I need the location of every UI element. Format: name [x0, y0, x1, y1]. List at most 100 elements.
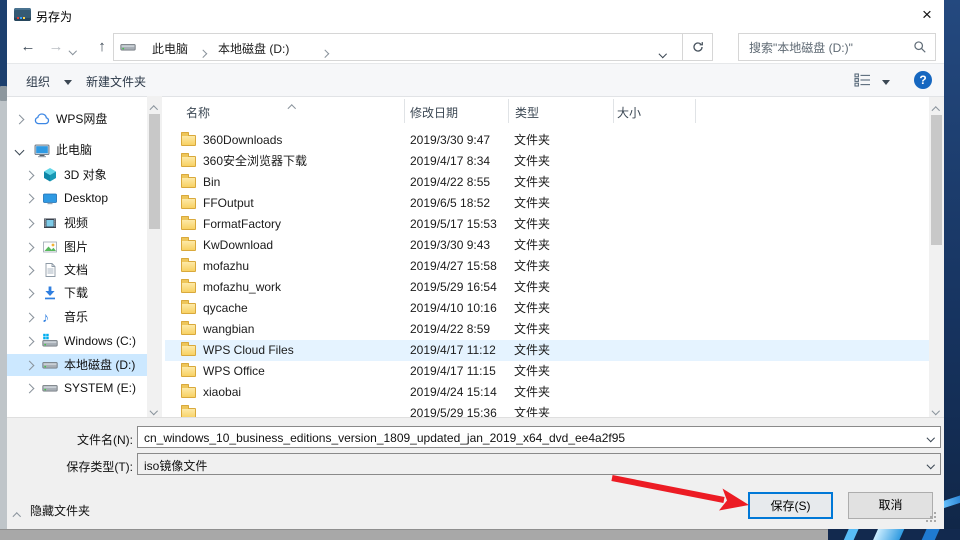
chevron-right-icon[interactable]	[25, 289, 35, 299]
column-header-size[interactable]: 大小	[617, 104, 641, 121]
drive-icon	[42, 357, 58, 373]
chevron-right-icon[interactable]	[25, 361, 35, 371]
save-type-combo[interactable]: iso镜像文件	[137, 453, 941, 475]
folder-icon	[181, 240, 196, 251]
scroll-up-icon[interactable]	[151, 101, 157, 115]
chevron-down-icon[interactable]	[926, 434, 934, 442]
scroll-up-icon[interactable]	[933, 102, 939, 116]
column-header-date[interactable]: 修改日期	[410, 104, 458, 121]
chevron-right-icon[interactable]	[25, 337, 35, 347]
desktop-wallpaper-corner	[828, 529, 960, 540]
chevron-right-icon[interactable]	[25, 384, 35, 394]
search-input[interactable]	[747, 37, 906, 59]
search-box[interactable]	[738, 33, 936, 61]
sidebar-scrollbar[interactable]	[147, 96, 162, 417]
refresh-button[interactable]	[683, 33, 713, 61]
up-icon[interactable]: ↑	[90, 34, 114, 60]
file-row[interactable]: 360Downloads2019/3/30 9:47文件夹	[165, 130, 929, 151]
folder-icon	[181, 324, 196, 335]
view-dropdown-icon[interactable]	[882, 80, 890, 85]
breadcrumb-separator-icon[interactable]	[322, 45, 328, 59]
organize-dropdown-icon[interactable]	[64, 80, 72, 85]
folder-icon	[181, 303, 196, 314]
file-row[interactable]: Bin2019/4/22 8:55文件夹	[165, 172, 929, 193]
sidebar-item-documents[interactable]: 文档	[7, 259, 147, 281]
sidebar-item-windows-c[interactable]: Windows (C:)	[7, 330, 147, 352]
folder-icon	[181, 387, 196, 398]
breadcrumb-separator-icon[interactable]	[200, 45, 206, 59]
folder-icon	[181, 345, 196, 356]
chevron-down-icon[interactable]	[15, 146, 25, 156]
file-row[interactable]: wangbian2019/4/22 8:59文件夹	[165, 319, 929, 340]
chevron-right-icon[interactable]	[15, 115, 25, 125]
chevron-right-icon[interactable]	[25, 313, 35, 323]
sidebar-item-3d-objects[interactable]: 3D 对象	[7, 164, 147, 186]
column-header-type[interactable]: 类型	[515, 104, 539, 121]
sort-ascending-icon	[289, 100, 295, 114]
folder-icon	[181, 261, 196, 272]
back-icon[interactable]: ←	[16, 34, 40, 60]
sidebar-item-pictures[interactable]: 图片	[7, 236, 147, 258]
breadcrumb-local-disk-d[interactable]: 本地磁盘 (D:)	[218, 40, 289, 57]
folder-icon	[181, 156, 196, 167]
file-row[interactable]: 360安全浏览器下载2019/4/17 8:34文件夹	[165, 151, 929, 172]
filename-input[interactable]	[142, 429, 916, 447]
desktop-wallpaper-right	[944, 0, 960, 540]
chevron-right-icon[interactable]	[25, 266, 35, 276]
desktop-wallpaper-left	[0, 0, 7, 88]
breadcrumb-this-pc[interactable]: 此电脑	[152, 40, 188, 57]
scroll-down-icon[interactable]	[151, 402, 157, 416]
close-icon[interactable]: ×	[912, 2, 942, 28]
file-row-hovered[interactable]: WPS Cloud Files2019/4/17 11:12文件夹	[165, 340, 929, 361]
address-bar[interactable]	[113, 33, 683, 61]
details-view-icon[interactable]	[854, 73, 871, 90]
file-row[interactable]: mofazhu2019/4/27 15:58文件夹	[165, 256, 929, 277]
sidebar-item-downloads[interactable]: 下载	[7, 282, 147, 304]
file-row[interactable]: 2019/5/29 15:36文件夹	[165, 403, 929, 417]
scroll-down-icon[interactable]	[933, 402, 939, 416]
file-row[interactable]: qycache2019/4/10 10:16文件夹	[165, 298, 929, 319]
filename-combo[interactable]	[137, 426, 941, 448]
sidebar-item-this-pc[interactable]: 此电脑	[7, 139, 147, 161]
sidebar-item-local-disk-d[interactable]: 本地磁盘 (D:)	[7, 354, 147, 376]
command-bar	[7, 64, 944, 97]
file-row[interactable]: FormatFactory2019/5/17 15:53文件夹	[165, 214, 929, 235]
list-scrollbar[interactable]	[929, 97, 944, 417]
chevron-right-icon[interactable]	[25, 219, 35, 229]
chevron-right-icon[interactable]	[25, 171, 35, 181]
list-header: 名称 修改日期 类型 大小	[165, 97, 929, 125]
help-icon[interactable]: ?	[914, 71, 932, 89]
folder-icon	[181, 366, 196, 377]
sidebar-item-desktop[interactable]: Desktop	[7, 187, 147, 209]
chevron-up-icon[interactable]	[14, 508, 20, 522]
chevron-right-icon[interactable]	[25, 243, 35, 253]
file-row[interactable]: xiaobai2019/4/24 15:14文件夹	[165, 382, 929, 403]
sidebar-item-videos[interactable]: 视频	[7, 212, 147, 234]
chevron-right-icon[interactable]	[25, 194, 35, 204]
scrollbar-thumb[interactable]	[931, 115, 942, 245]
cancel-button[interactable]: 取消	[848, 492, 933, 519]
sidebar-item-system-e[interactable]: SYSTEM (E:)	[7, 377, 147, 399]
scrollbar-thumb[interactable]	[149, 114, 160, 229]
new-folder-button[interactable]: 新建文件夹	[86, 73, 146, 90]
search-icon[interactable]	[913, 40, 927, 57]
file-row[interactable]: FFOutput2019/6/5 18:52文件夹	[165, 193, 929, 214]
resize-grip[interactable]	[926, 512, 928, 514]
recent-locations-chevron-icon[interactable]	[70, 42, 76, 56]
column-header-name[interactable]: 名称	[186, 104, 210, 121]
sidebar-item-wps-cloud[interactable]: WPS网盘	[7, 108, 147, 130]
save-button[interactable]: 保存(S)	[748, 492, 833, 519]
file-row[interactable]: KwDownload2019/3/30 9:43文件夹	[165, 235, 929, 256]
app-icon	[14, 8, 31, 21]
chevron-down-icon[interactable]	[926, 461, 934, 469]
refresh-icon	[691, 40, 705, 54]
folder-icon	[181, 219, 196, 230]
dialog-title: 另存为	[36, 8, 72, 25]
sidebar-item-music[interactable]: ♪ 音乐	[7, 306, 147, 328]
file-row[interactable]: WPS Office2019/4/17 11:15文件夹	[165, 361, 929, 382]
save-type-value: iso镜像文件	[144, 457, 207, 474]
hide-folders-button[interactable]: 隐藏文件夹	[30, 502, 90, 519]
organize-button[interactable]: 组织	[26, 73, 50, 90]
address-dropdown-chevron-icon[interactable]	[660, 45, 666, 59]
file-row[interactable]: mofazhu_work2019/5/29 16:54文件夹	[165, 277, 929, 298]
